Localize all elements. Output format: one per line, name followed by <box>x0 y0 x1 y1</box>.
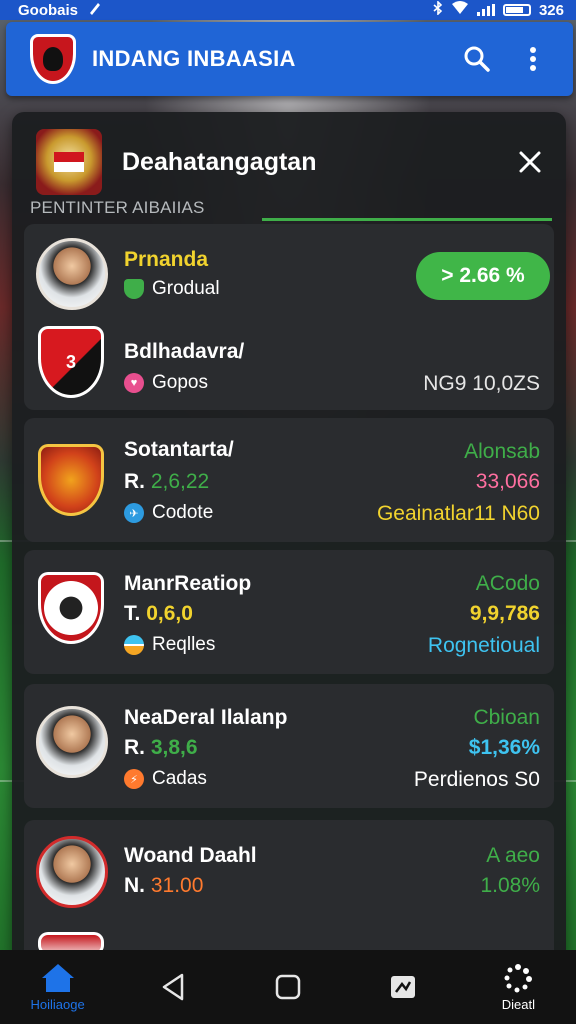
more-vert-icon[interactable] <box>515 41 551 77</box>
stat-mid: 9,9,786 <box>469 602 540 625</box>
nav-map[interactable] <box>353 950 453 1024</box>
player-card[interactable]: ManrReatiop T. 0,6,0 Reqlles ACodo 9,9,7… <box>24 550 554 674</box>
player-name: ManrReatiop <box>124 572 252 595</box>
signal-icon <box>476 4 495 16</box>
value-number: 0,6,0 <box>146 602 193 625</box>
section-underline <box>262 218 552 221</box>
nav-recents[interactable] <box>238 950 338 1024</box>
bottom-navigation: Hoiliaoge Dieatl <box>0 950 576 1024</box>
change-badge[interactable]: > 2.66 % <box>416 252 550 300</box>
player-card[interactable]: Woand Daahl N. 31.00 A aeo 1.08% <box>24 820 554 962</box>
club-crest-icon <box>38 572 104 644</box>
bolt-icon: ⚡ <box>124 769 144 789</box>
player-name: Bdlhadavra/ <box>124 340 245 363</box>
club-logo-icon <box>30 34 76 84</box>
square-icon <box>275 974 301 1000</box>
stat-top: Alonsab <box>464 440 540 463</box>
list-item[interactable]: 3 Bdlhadavra/ ♥ Gopos NG9 10,0ZS <box>24 320 554 410</box>
player-name: Woand Daahl <box>124 844 257 867</box>
status-time: 326 <box>538 1 564 19</box>
stat-top: Cbioan <box>473 706 540 729</box>
search-icon[interactable] <box>459 41 495 77</box>
heart-icon: ♥ <box>124 373 144 393</box>
player-avatar <box>36 238 108 310</box>
player-sub: ⚡ Cadas <box>124 768 207 790</box>
close-icon[interactable] <box>514 146 546 178</box>
stat-mid: $1,36% <box>468 736 540 759</box>
player-sub-label: Codote <box>152 502 214 523</box>
stat-top: ACodo <box>475 572 540 595</box>
player-sub: Grodual <box>124 278 220 300</box>
loading-dots-icon <box>504 963 533 992</box>
nav-home[interactable]: Hoiliaoge <box>8 950 108 1024</box>
panel-title: Deahatangagtan <box>122 147 317 176</box>
stat-top: A aeo <box>486 844 540 867</box>
value-number: 3,8,6 <box>150 736 198 759</box>
stat-bottom: Geainatlar11 N60 <box>376 502 540 525</box>
player-sub-label: Grodual <box>152 278 220 299</box>
player-avatar <box>36 836 108 908</box>
ranking-panel: Deahatangagtan PENTINTER AIBAIIAS Prnand… <box>12 112 566 962</box>
nav-detail[interactable]: Dieatl <box>468 950 568 1024</box>
player-value: N. 31.00 <box>124 874 203 898</box>
player-sub-label: Gopos <box>152 372 208 393</box>
section-label: PENTINTER AIBAIIAS <box>30 198 205 217</box>
bluetooth-icon <box>433 0 443 19</box>
home-icon <box>41 963 74 992</box>
player-value: R. 2,6,22 <box>124 470 209 494</box>
value-prefix: R. <box>124 736 145 759</box>
player-value: R. 3,8,6 <box>124 736 198 760</box>
club-crest-icon: 3 <box>38 326 104 398</box>
player-card[interactable]: Sotantarta/ R. 2,6,22 ✈ Codote Alonsab 3… <box>24 418 554 542</box>
player-name: Prnanda <box>124 248 209 271</box>
panel-header: Deahatangagtan <box>36 122 546 202</box>
player-sub-label: Cadas <box>152 768 207 789</box>
status-left-text: Goobais <box>18 1 79 19</box>
status-bar: Goobais 326 <box>0 0 576 20</box>
map-icon <box>391 976 416 998</box>
app-title: INDANG INBAASIA <box>92 46 296 71</box>
value-prefix: T. <box>124 602 141 625</box>
value-prefix: N. <box>124 874 145 897</box>
battery-icon <box>502 4 531 16</box>
stat-mid: 33,066 <box>475 470 540 493</box>
stat-mid: 1.08% <box>480 874 540 897</box>
back-icon <box>162 973 184 1001</box>
value-prefix: R. <box>124 470 145 493</box>
player-card[interactable]: NeaDeral Ilalanp R. 3,8,6 ⚡ Cadas Cbioan… <box>24 684 554 808</box>
player-stat: NG9 10,0ZS <box>423 372 540 395</box>
player-sub-label: Reqlles <box>152 634 216 655</box>
list-item[interactable]: Prnanda Grodual > 2.66 % <box>24 232 554 322</box>
wifi-icon <box>451 1 469 19</box>
player-sub: ✈ Codote <box>124 502 213 524</box>
player-sub: Reqlles <box>124 634 215 656</box>
stat-bottom: Rognetioual <box>427 634 540 657</box>
player-avatar <box>36 706 108 778</box>
player-value: T. 0,6,0 <box>124 602 193 626</box>
garuda-emblem-icon <box>36 129 102 195</box>
player-card[interactable]: Prnanda Grodual > 2.66 % 3 Bdlhadavra/ ♥… <box>24 224 554 410</box>
shield-icon <box>124 279 144 299</box>
player-name: Sotantarta/ <box>124 438 234 461</box>
value-number: 2,6,22 <box>150 470 210 493</box>
stat-bottom: Perdienos S0 <box>413 768 540 791</box>
notification-icon <box>86 1 102 19</box>
player-sub: ♥ Gopos <box>124 372 208 394</box>
app-bar: INDANG INBAASIA <box>6 22 573 96</box>
player-name: NeaDeral Ilalanp <box>124 706 288 729</box>
flag-icon <box>124 635 144 655</box>
nav-home-label: Hoiliaoge <box>30 996 85 1012</box>
nav-back[interactable] <box>123 950 223 1024</box>
value-number: 31.00 <box>150 874 204 897</box>
plane-icon: ✈ <box>124 503 144 523</box>
club-crest-icon <box>38 444 104 516</box>
nav-detail-label: Dieatl <box>501 996 535 1012</box>
